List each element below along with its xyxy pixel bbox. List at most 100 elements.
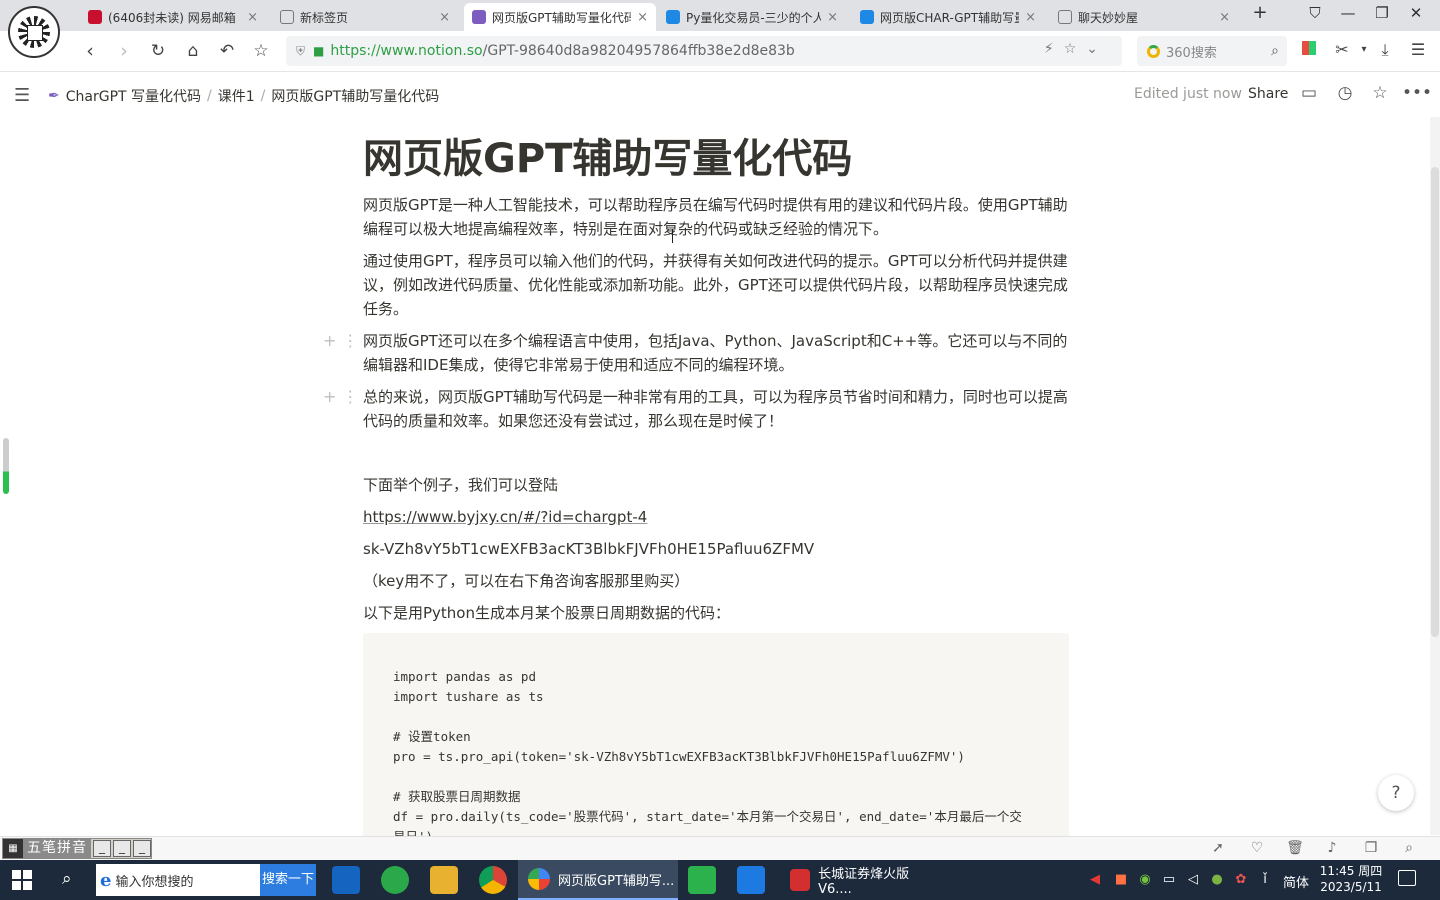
- tab-close-icon[interactable]: ×: [1219, 10, 1230, 25]
- url-input[interactable]: ⛨ ■ https://www.notion.so/GPT-98640d8a98…: [286, 36, 1122, 66]
- tab-email[interactable]: (6406封未读) 网易邮箱 ×: [80, 3, 266, 31]
- taskbar-search-button[interactable]: 搜索一下: [260, 864, 316, 896]
- stock-app-icon: [790, 869, 811, 891]
- feishu-icon[interactable]: [737, 866, 765, 894]
- menu-icon[interactable]: ☰: [1406, 40, 1430, 59]
- rocket-icon[interactable]: ➚: [1208, 840, 1228, 856]
- close-window-icon[interactable]: ✕: [1401, 4, 1431, 22]
- zoom-icon[interactable]: ⌕: [1399, 840, 1419, 856]
- text-block[interactable]: 通过使用GPT，程序员可以输入他们的代码，并获得有关如何改进代码的提示。GPT可…: [363, 249, 1069, 321]
- history-clock-icon[interactable]: ◷: [1334, 83, 1356, 103]
- minimize-icon[interactable]: —: [1333, 4, 1363, 22]
- help-button[interactable]: ?: [1378, 775, 1414, 811]
- volume-icon[interactable]: ♪: [1322, 840, 1342, 856]
- more-options-icon[interactable]: •••: [1402, 83, 1432, 103]
- browser-tab-bar: (6406封未读) 网易邮箱 × 新标签页 × 网页版GPT辅助写量化代码 × …: [0, 0, 1440, 58]
- scissors-icon[interactable]: ✂: [1330, 40, 1354, 59]
- download-icon[interactable]: ⤓: [1373, 40, 1397, 60]
- restore-icon[interactable]: ❐: [1367, 4, 1397, 22]
- netease-mail-icon: [88, 10, 102, 24]
- ime-option-icon[interactable]: _: [133, 840, 151, 857]
- shirt-skin-icon[interactable]: ⛉: [1300, 4, 1330, 22]
- ime-toolbar[interactable]: ▦ 五笔拼音 _ _ _: [2, 838, 152, 859]
- favorite-star-icon[interactable]: ☆: [248, 39, 274, 63]
- app-tray-icon[interactable]: ■: [1112, 872, 1130, 887]
- tab-chat[interactable]: 聊天妙妙屋 ×: [1050, 3, 1238, 31]
- page-title[interactable]: 网页版GPT辅助写量化代码: [363, 135, 1069, 183]
- task-stock-app[interactable]: 长城证券烽火版V6....: [780, 860, 932, 900]
- tab-close-icon[interactable]: ×: [439, 10, 450, 25]
- tab-close-icon[interactable]: ×: [1025, 10, 1036, 25]
- tab-bilibili-1[interactable]: Py量化交易员-三少的个人 ×: [658, 3, 846, 31]
- text-block[interactable]: 网页版GPT是一种人工智能技术，可以帮助程序员在编写代码时提供有用的建议和代码片…: [363, 193, 1069, 241]
- link-block[interactable]: https://www.byjxy.cn/#/?id=chargpt-4: [363, 505, 1069, 529]
- health-heart-icon[interactable]: ♡: [1247, 840, 1267, 856]
- window-icon[interactable]: ❐: [1361, 840, 1381, 856]
- block-handle-icon[interactable]: +⋮: [323, 385, 364, 409]
- block-handle-icon[interactable]: +⋮: [323, 329, 364, 353]
- tab-close-icon[interactable]: ×: [637, 10, 648, 25]
- breadcrumb-item-workspace[interactable]: CharGPT 写量化代码: [66, 86, 201, 106]
- network-icon[interactable]: ▭: [1160, 872, 1178, 887]
- 360-browser-icon[interactable]: [381, 866, 409, 894]
- text-block[interactable]: +⋮ 总的来说，网页版GPT辅助写代码是一种非常有用的工具，可以为程序员节省时间…: [323, 385, 1069, 433]
- chrome-icon[interactable]: [479, 866, 507, 894]
- tab-new-tab[interactable]: 新标签页 ×: [272, 3, 458, 31]
- breadcrumb-item-course[interactable]: 课件1: [218, 86, 255, 106]
- ime-option-icon[interactable]: _: [93, 840, 111, 857]
- url-actions-icon[interactable]: ⚡☆⌄: [1044, 41, 1108, 57]
- lock-icon: ■: [313, 44, 325, 58]
- share-button[interactable]: Share: [1248, 86, 1288, 102]
- trash-icon[interactable]: 🗑: [1285, 840, 1305, 856]
- sidebar-toggle-icon[interactable]: ☰: [14, 85, 30, 106]
- flower-tray-icon[interactable]: ✿: [1232, 872, 1250, 887]
- tab-close-icon[interactable]: ×: [247, 10, 258, 25]
- scrollbar-thumb[interactable]: [1431, 167, 1439, 637]
- undo-close-icon[interactable]: ↶: [214, 39, 240, 63]
- input-language[interactable]: 简体: [1283, 872, 1309, 891]
- text-block[interactable]: （key用不了，可以在右下角咨询客服那里购买）: [363, 569, 1069, 593]
- ime-option-icon[interactable]: _: [113, 840, 131, 857]
- tab-close-icon[interactable]: ×: [827, 10, 838, 25]
- code-block[interactable]: import pandas as pd import tushare as ts…: [363, 633, 1069, 863]
- api-key-text[interactable]: sk-VZh8vY5bT1cwEXFB3acKT3BlbkFJVFh0HE15P…: [363, 537, 1069, 561]
- comment-icon[interactable]: ▭: [1298, 83, 1320, 103]
- text-block[interactable]: +⋮ 网页版GPT还可以在多个编程语言中使用，包括Java、Python、Jav…: [323, 329, 1069, 377]
- browser-status-bar: ▦ 五笔拼音 _ _ _ ➚ ♡ 🗑 ♪ ❐ ⌕: [0, 836, 1440, 860]
- document-icon: [1058, 10, 1072, 24]
- bilibili-icon: [666, 10, 680, 24]
- taskbar-clock[interactable]: 11:45 周四 2023/5/11: [1318, 863, 1384, 895]
- search-engine-input[interactable]: 360搜索 ⌕: [1137, 36, 1287, 66]
- favorite-star-icon[interactable]: ☆: [1369, 83, 1391, 103]
- nvidia-icon[interactable]: ◉: [1136, 872, 1154, 887]
- home-icon[interactable]: ⌂: [180, 39, 206, 63]
- text-block[interactable]: 以下是用Python生成本月某个股票日周期数据的代码：: [363, 601, 1069, 625]
- taskbar-search-input[interactable]: e 输入你想搜的: [96, 864, 260, 896]
- text-block[interactable]: 下面举个例子，我们可以登陆: [363, 473, 1069, 497]
- back-icon[interactable]: ‹: [77, 39, 103, 63]
- file-explorer-icon[interactable]: [430, 866, 458, 894]
- forward-icon[interactable]: ›: [111, 39, 137, 63]
- search-icon[interactable]: ⌕: [1271, 43, 1279, 59]
- example-link[interactable]: https://www.byjxy.cn/#/?id=chargpt-4: [363, 508, 647, 526]
- tab-bilibili-2[interactable]: 网页版CHAR-GPT辅助写量化 ×: [852, 3, 1044, 31]
- search-icon[interactable]: ⌕: [62, 869, 72, 889]
- task-browser-window[interactable]: 网页版GPT辅助写...: [518, 860, 678, 900]
- page-scrollbar[interactable]: [1430, 117, 1440, 835]
- volume-icon[interactable]: ◁: [1184, 872, 1202, 887]
- bilibili-icon: [860, 10, 874, 24]
- breadcrumb-item-page[interactable]: 网页版GPT辅助写量化代码: [271, 86, 439, 106]
- 360-tray-icon[interactable]: ●: [1208, 872, 1226, 887]
- apps-grid-icon[interactable]: [1297, 40, 1321, 59]
- microphone-icon[interactable]: ǐ: [1256, 872, 1274, 887]
- new-tab-button[interactable]: +: [1245, 2, 1275, 23]
- ime-mode-label[interactable]: 五笔拼音: [23, 839, 91, 858]
- tab-notion-gpt[interactable]: 网页版GPT辅助写量化代码 ×: [464, 3, 656, 31]
- task-view-icon[interactable]: [332, 866, 360, 894]
- reload-icon[interactable]: ↻: [145, 39, 171, 63]
- stock-chart-icon[interactable]: [688, 866, 716, 894]
- notification-center-icon[interactable]: [1398, 870, 1416, 886]
- browser-icon: [528, 868, 550, 890]
- windows-start-icon[interactable]: [12, 870, 32, 890]
- speaker-alert-icon[interactable]: ◀: [1086, 872, 1104, 887]
